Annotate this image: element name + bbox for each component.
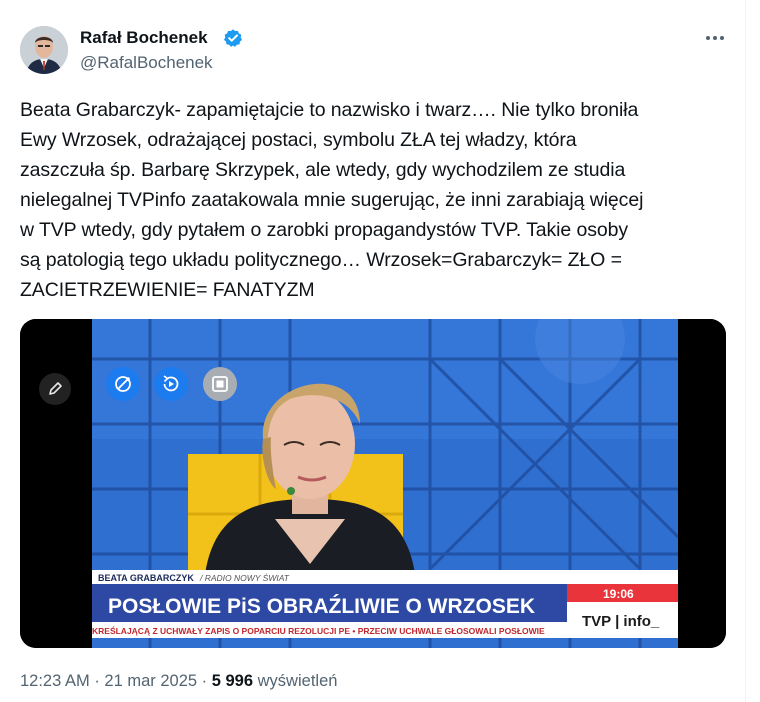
column-border	[745, 0, 746, 702]
lower-third-source: / RADIO NOWY ŚWIAT	[199, 572, 290, 583]
more-options-button[interactable]	[700, 28, 730, 48]
views-count: 5 996	[211, 672, 254, 690]
alt-text-button[interactable]	[106, 367, 140, 401]
author-handle[interactable]: @RafalBochenek	[80, 53, 213, 73]
views-label: wyświetleń	[257, 672, 338, 690]
stop-button[interactable]	[203, 367, 237, 401]
meta-separator: ·	[94, 672, 100, 690]
tweet-text: Beata Grabarczyk- zapamiętajcie to nazwi…	[20, 99, 644, 301]
stop-icon	[212, 376, 228, 392]
headline-text: POSŁOWIE PiS OBRAŹLIWIE O WRZOSEK	[108, 595, 535, 618]
edit-icon	[49, 382, 62, 395]
channel-logo: TVP | info_	[582, 613, 660, 630]
verified-badge-icon	[224, 29, 242, 47]
author-name[interactable]: Rafał Bochenek	[80, 28, 208, 48]
alt-text-icon	[115, 376, 131, 392]
lower-third-name: BEATA GRABARCZYK	[98, 573, 194, 583]
meta-separator: ·	[201, 672, 208, 690]
tweet-meta: 12:23 AM · 21 mar 2025 · 5 996 wyświetle…	[20, 672, 337, 691]
tweet-time[interactable]: 12:23 AM	[20, 672, 90, 690]
replay-button[interactable]	[154, 367, 188, 401]
more-horizontal-icon	[706, 36, 724, 40]
replay-icon	[163, 375, 179, 392]
ticker-text: KREŚLAJĄCĄ Z UCHWAŁY ZAPIS O POPARCIU RE…	[92, 625, 545, 636]
avatar-image	[20, 26, 68, 74]
edit-button[interactable]	[39, 373, 71, 405]
avatar[interactable]	[20, 26, 68, 74]
tweet-date[interactable]: 21 mar 2025	[104, 672, 197, 690]
broadcast-clock: 19:06	[603, 587, 634, 601]
